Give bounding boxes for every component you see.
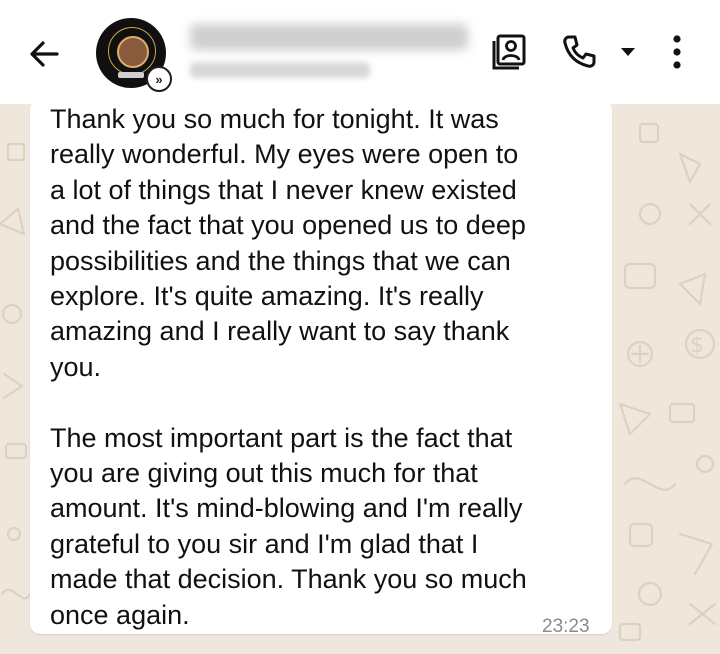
call-options-button[interactable] — [614, 30, 642, 74]
contact-subtitle-redacted — [190, 62, 370, 78]
arrow-left-icon — [30, 41, 59, 67]
chat-header: » — [0, 0, 720, 104]
phone-icon — [563, 35, 596, 68]
message-paragraph-1: Thank you so much for tonight. It was re… — [50, 104, 526, 382]
avatar-caption — [118, 72, 144, 78]
chat-area[interactable]: $ Thank you so much for tonight. It was … — [0, 104, 720, 654]
contact-card-icon — [492, 34, 526, 70]
message-paragraph-2: The most important part is the fact that… — [50, 422, 527, 630]
message-time: 23:23 — [542, 616, 590, 637]
contact-name-redacted[interactable] — [190, 24, 468, 50]
call-button[interactable] — [556, 30, 602, 74]
caret-down-icon — [621, 48, 635, 56]
more-vertical-icon — [673, 35, 681, 69]
message-text: Thank you so much for tonight. It was re… — [50, 104, 610, 633]
svg-text:$: $ — [690, 333, 704, 358]
back-button[interactable] — [22, 32, 66, 76]
more-options-button[interactable] — [662, 30, 692, 74]
contact-card-button[interactable] — [486, 30, 532, 74]
avatar-photo — [117, 36, 149, 68]
message-bubble[interactable]: Thank you so much for tonight. It was re… — [30, 104, 612, 637]
business-chevrons-icon: » — [146, 66, 172, 92]
